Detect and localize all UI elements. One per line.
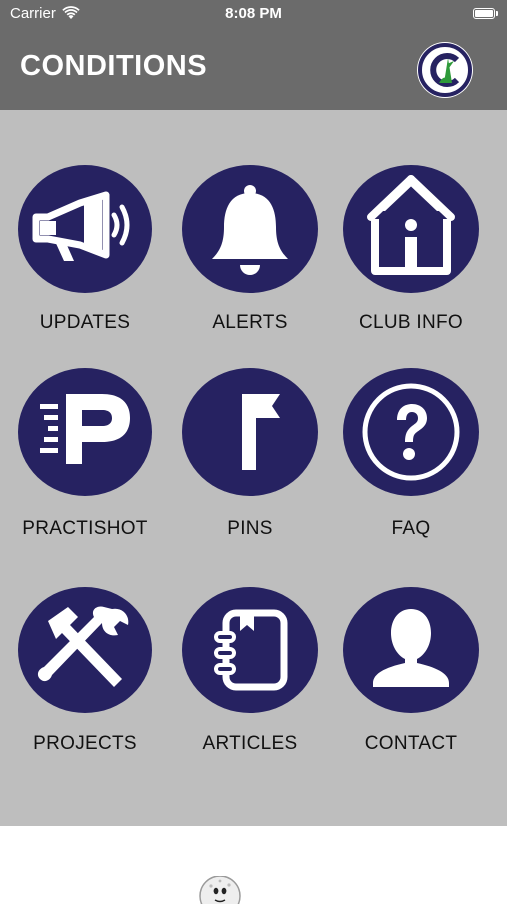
menu-label-faq: FAQ — [391, 518, 431, 539]
practishot-p-icon — [18, 368, 152, 496]
menu-item-alerts[interactable]: ALERTS — [175, 165, 325, 345]
notebook-icon — [182, 587, 318, 713]
menu-label-club-info: CLUB INFO — [358, 312, 464, 333]
house-info-icon — [343, 165, 479, 293]
menu-label-pins: PINS — [227, 518, 273, 539]
menu-label-projects: PROJECTS — [33, 733, 137, 754]
question-icon — [343, 368, 479, 496]
menu-label-alerts: ALERTS — [212, 312, 288, 333]
menu-item-contact[interactable]: CONTACT — [336, 587, 486, 767]
page-title: CONDITIONS — [20, 50, 208, 82]
menu-item-pins[interactable]: PINS — [175, 368, 325, 548]
menu-label-practishot: PRACTISHOT — [22, 518, 148, 539]
bell-icon — [182, 165, 318, 293]
battery-icon — [473, 8, 498, 19]
footer-area — [0, 826, 507, 904]
app-header: CONDITIONS — [0, 28, 507, 110]
person-icon — [343, 587, 479, 713]
status-time: 8:08 PM — [225, 5, 282, 22]
menu-item-projects[interactable]: PROJECTS — [10, 587, 160, 767]
menu-label-articles: ARTICLES — [202, 733, 298, 754]
menu-item-practishot[interactable]: PRACTISHOT — [10, 368, 160, 548]
menu-label-contact: CONTACT — [364, 733, 458, 754]
status-bar: Carrier 8:08 PM — [0, 0, 507, 28]
tools-icon — [18, 587, 152, 713]
menu-grid: UPDATES ALERTS CLUB INFO PRACTISHOT PINS… — [0, 110, 507, 826]
menu-item-articles[interactable]: ARTICLES — [175, 587, 325, 767]
menu-item-updates[interactable]: UPDATES — [10, 165, 160, 345]
club-logo-icon[interactable] — [417, 42, 473, 98]
menu-item-club-info[interactable]: CLUB INFO — [336, 165, 486, 345]
menu-item-faq[interactable]: FAQ — [336, 368, 486, 548]
flag-pin-icon — [182, 368, 318, 496]
menu-label-updates: UPDATES — [39, 312, 131, 333]
megaphone-icon — [18, 165, 152, 293]
